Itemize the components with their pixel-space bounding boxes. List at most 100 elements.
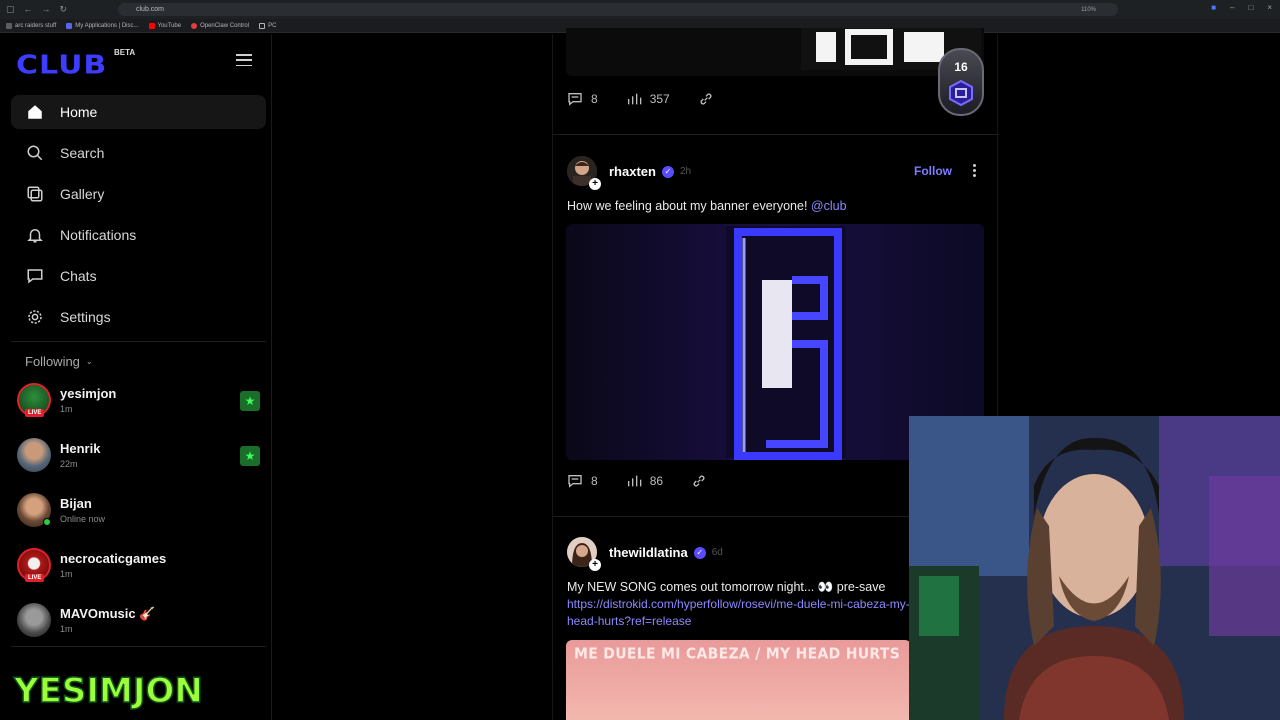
post-username[interactable]: thewildlatina <box>609 545 688 560</box>
beta-label: BETA <box>114 48 136 57</box>
chat-icon <box>26 267 44 285</box>
follow-plus-icon[interactable]: + <box>589 178 601 190</box>
following-status: 1m <box>60 404 73 414</box>
window-controls: ■ – □ × <box>1211 3 1272 12</box>
nav-label: Settings <box>60 309 111 325</box>
nav-notifications[interactable]: Notifications <box>11 218 266 252</box>
following-item-yesimjon[interactable]: LIVE yesimjon 1m ★ <box>17 383 267 423</box>
nav-label: Home <box>60 104 98 120</box>
nav-chats[interactable]: Chats <box>11 259 266 293</box>
online-indicator <box>43 518 51 526</box>
live-badge: LIVE <box>25 409 45 417</box>
nav-label: Gallery <box>60 186 105 202</box>
following-item-bijan[interactable]: Bijan Online now <box>17 493 267 533</box>
media-caption: ME DUELE MI CABEZA / MY HEAD HURTS <box>574 645 901 663</box>
avatar <box>17 603 51 637</box>
post-header: rhaxten ✓ 2h <box>609 164 691 179</box>
zoom-level[interactable]: 110% <box>1081 7 1096 13</box>
post-stats: 8 357 <box>567 91 714 107</box>
bookmark-label: PC <box>268 22 277 29</box>
streamer-camera-feed <box>909 416 1280 720</box>
following-item-henrik[interactable]: Henrik 22m ★ <box>17 438 267 478</box>
level-number: 16 <box>954 60 968 74</box>
views-icon <box>627 93 642 105</box>
bookmark-label: My Applications | Disc... <box>75 22 139 29</box>
bookmark-label: OpenClaw Control <box>200 22 250 29</box>
star-icon: ★ <box>240 446 260 466</box>
extension-icon[interactable]: ■ <box>1211 3 1216 12</box>
verified-icon: ✓ <box>661 165 674 178</box>
forward-icon[interactable]: → <box>42 4 51 15</box>
comment-count: 8 <box>591 474 598 488</box>
post-body: My NEW SONG comes out tomorrow night... … <box>567 580 886 594</box>
shield-icon <box>949 80 973 106</box>
close-icon[interactable]: × <box>1267 3 1272 12</box>
address-bar[interactable]: club.com 110% <box>118 3 1118 16</box>
mention-link[interactable]: @club <box>811 199 847 213</box>
post-timestamp: 2h <box>679 166 692 177</box>
view-count: 86 <box>649 474 664 488</box>
search-icon <box>26 144 44 162</box>
following-label: Following <box>25 354 80 369</box>
live-badge: LIVE <box>25 574 45 582</box>
bookmark-folder[interactable]: PC <box>259 22 277 29</box>
following-item-mavomusic[interactable]: MAVOmusic 🎸 1m <box>17 603 267 643</box>
nav-settings[interactable]: Settings <box>11 300 266 334</box>
reload-icon[interactable]: ↻ <box>60 4 68 15</box>
following-status: 1m <box>60 624 73 634</box>
views-icon <box>627 475 642 487</box>
follow-button[interactable]: Follow <box>914 164 952 178</box>
post-text: How we feeling about my banner everyone!… <box>567 199 847 213</box>
verified-icon: ✓ <box>693 546 706 559</box>
nav-label: Search <box>60 145 105 161</box>
bookmark-item[interactable]: My Applications | Disc... <box>66 22 139 29</box>
sidebar-divider <box>11 341 266 342</box>
back-icon[interactable]: ← <box>24 4 33 15</box>
post-username[interactable]: rhaxten <box>609 164 656 179</box>
avatar <box>17 438 51 472</box>
home-icon <box>26 103 44 121</box>
star-icon: ★ <box>240 391 260 411</box>
url-text: club.com <box>136 6 165 13</box>
post-media[interactable] <box>566 28 984 76</box>
following-status: 22m <box>60 459 78 469</box>
follow-plus-icon[interactable]: + <box>589 559 601 571</box>
webcam-overlay <box>909 416 1280 720</box>
bookmark-item[interactable]: OpenClaw Control <box>191 22 250 29</box>
nav-search[interactable]: Search <box>11 136 266 170</box>
link-icon[interactable] <box>691 473 707 489</box>
link-icon[interactable] <box>698 91 714 107</box>
banner-image <box>566 28 984 76</box>
post-link[interactable]: https://distrokid.com/hyperfollow/rosevi… <box>567 596 912 630</box>
bookmark-label: arc raiders stuff <box>15 22 57 29</box>
sidebar: CLUB BETA Home Search Gallery Notificati… <box>0 34 272 720</box>
nav-gallery[interactable]: Gallery <box>11 177 266 211</box>
minimize-icon[interactable]: – <box>1230 3 1234 12</box>
tab-overview-icon[interactable]: ▢ <box>6 4 15 15</box>
following-toggle[interactable]: Following ⌄ <box>25 354 93 369</box>
following-name: MAVOmusic 🎸 <box>60 606 156 621</box>
post-media[interactable]: ME DUELE MI CABEZA / MY HEAD HURTS <box>566 640 911 720</box>
comment-icon[interactable] <box>567 91 583 107</box>
folder-icon <box>259 22 266 29</box>
gallery-icon <box>26 185 44 203</box>
following-status: Online now <box>60 514 106 524</box>
following-item-necrocaticgames[interactable]: LIVE necrocaticgames 1m <box>17 548 267 588</box>
bell-icon <box>26 226 44 244</box>
post-header: thewildlatina ✓ 6d <box>609 545 723 560</box>
post-timestamp: 6d <box>711 547 723 558</box>
following-name: Henrik <box>60 441 101 456</box>
browser-nav-buttons: ▢ ← → ↻ <box>0 4 118 15</box>
post-divider <box>553 134 999 135</box>
menu-icon[interactable] <box>236 54 252 66</box>
bookmark-item[interactable]: arc raiders stuff <box>6 22 57 29</box>
post-stats: 8 86 <box>567 473 707 489</box>
comment-icon[interactable] <box>567 473 583 489</box>
maximize-icon[interactable]: □ <box>1248 3 1253 12</box>
more-options-icon[interactable] <box>973 164 976 177</box>
club-logo[interactable]: CLUB <box>16 51 107 81</box>
bookmark-item[interactable]: YouTube <box>148 22 181 29</box>
openclaw-icon <box>191 22 198 29</box>
nav-home[interactable]: Home <box>11 95 266 129</box>
comment-count: 8 <box>591 92 598 106</box>
